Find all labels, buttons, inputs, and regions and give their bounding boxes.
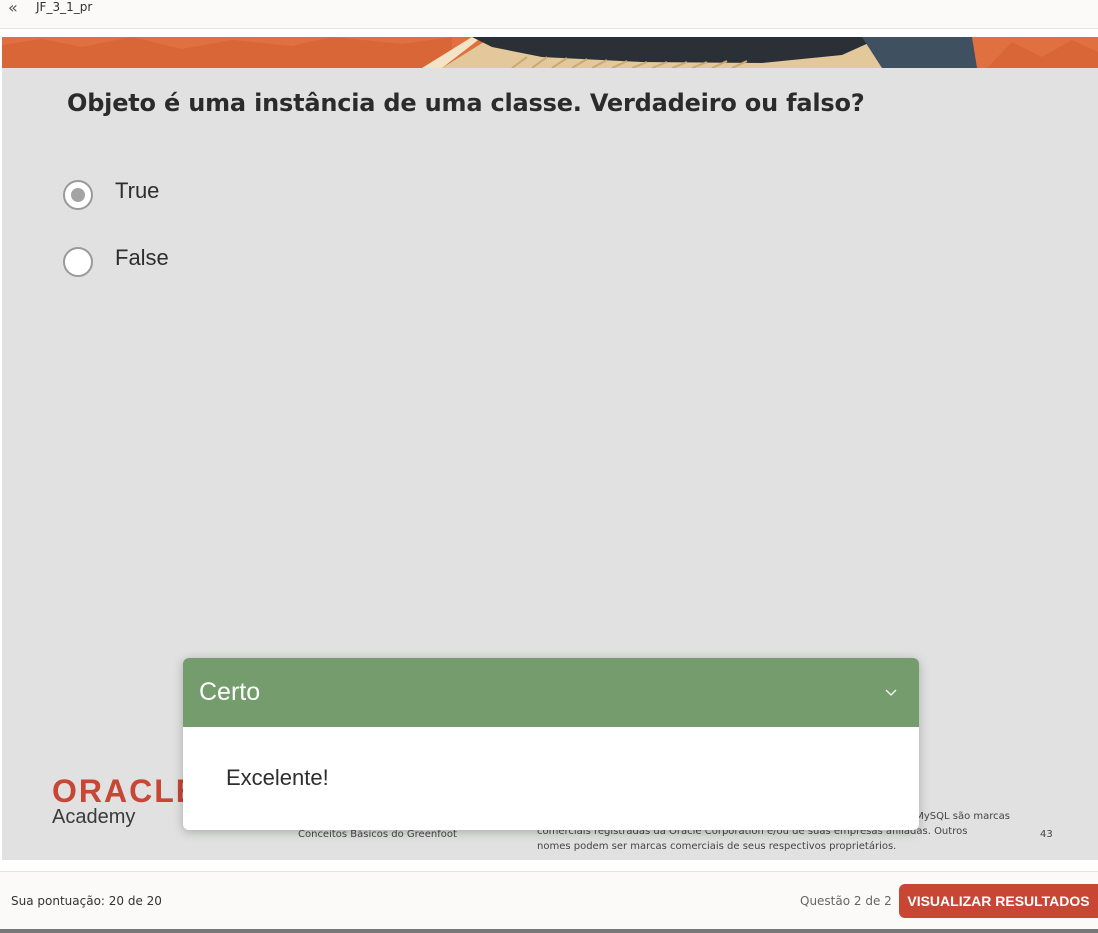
feedback-message: Excelente! bbox=[226, 765, 329, 790]
radio-true[interactable] bbox=[63, 180, 93, 210]
bottom-bar: Sua pontuação: 20 de 20 Questão 2 de 2 V… bbox=[0, 871, 1098, 930]
double-chevron-left-icon[interactable]: « bbox=[8, 0, 18, 17]
radio-false[interactable] bbox=[63, 247, 93, 277]
question-text: Objeto é uma instância de uma classe. Ve… bbox=[67, 89, 865, 117]
view-results-button[interactable]: VISUALIZAR RESULTADOS bbox=[899, 884, 1098, 918]
option-true[interactable]: True bbox=[63, 178, 160, 210]
page-number: 43 bbox=[1040, 829, 1053, 840]
question-progress: Questão 2 de 2 bbox=[800, 894, 892, 908]
academy-label: Academy bbox=[52, 806, 136, 828]
feedback-title: Certo bbox=[199, 678, 261, 706]
legal-line-3: nomes podem ser marcas comerciais de seu… bbox=[537, 841, 897, 852]
feedback-panel: Certo Excelente! bbox=[183, 658, 919, 830]
decorative-banner bbox=[2, 37, 1098, 68]
option-true-label: True bbox=[115, 178, 160, 203]
feedback-header[interactable]: Certo bbox=[183, 658, 919, 727]
oracle-logo: ORACLE bbox=[52, 773, 200, 809]
document-title: JF_3_1_pr bbox=[36, 0, 93, 14]
divider bbox=[0, 929, 1098, 933]
option-false[interactable]: False bbox=[63, 245, 169, 277]
score-text: Sua pontuação: 20 de 20 bbox=[11, 894, 162, 908]
course-name: Conceitos Básicos do Greenfoot bbox=[298, 829, 457, 840]
top-bar: « JF_3_1_pr bbox=[0, 0, 1098, 29]
option-false-label: False bbox=[115, 245, 169, 270]
chevron-down-icon[interactable] bbox=[885, 686, 897, 698]
